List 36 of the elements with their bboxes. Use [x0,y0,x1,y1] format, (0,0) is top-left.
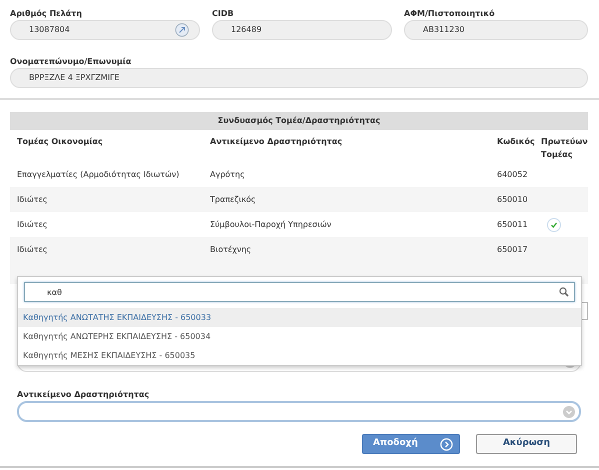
search-field[interactable]: καθ [24,282,575,302]
column-header: Πρωτεύων Τομέας [541,136,588,161]
text-field[interactable]: ΑΒ311230 [404,20,588,40]
table-cell-text: Βιοτέχνης [210,244,252,256]
table-title: Συνδυασμός Τομέα/Δραστηριότητας [10,112,588,130]
table-cell-text: Τραπεζικός [210,194,257,206]
table-cell-text: 640052 [497,168,529,180]
table-cell-text: 650011 [497,218,529,230]
table-cell-text: Ιδιώτες [17,244,48,256]
select-field[interactable] [17,401,581,422]
field-label: Αριθμός Πελάτη [10,8,83,20]
dropdown-option[interactable]: Καθηγητής ΑΝΩΤΕΡΗΣ ΕΚΠΑΙΔΕΥΣΗΣ - 650034 [18,327,581,346]
dropdown-option[interactable]: Καθηγητής ΑΝΩΤΑΤΗΣ ΕΚΠΑΙΔΕΥΣΗΣ - 650033 [18,308,581,327]
text-field[interactable]: ΒΡΡΞΖΛΕ 4 ΞΡΧΓΖΜΙΓΕ [10,68,588,88]
table-cell-text: Επαγγελματίες (Αρμοδιότητας Ιδιωτών) [17,168,180,180]
search-icon[interactable] [559,287,569,297]
arrow-right-icon [440,438,453,450]
column-header: Κωδικός [497,136,536,148]
text-field[interactable]: 13087804 [10,20,200,40]
field-label: Αντικείμενο Δραστηριότητας [17,389,150,401]
table-cell-text: 650017 [497,244,529,256]
field-label: ΑΦΜ/Πιστοποιητικό [404,8,496,20]
cancel-button[interactable]: Ακύρωση [476,434,577,454]
column-header: Αντικείμενο Δραστηριότητας [210,136,344,148]
field-label: CIDB [212,8,235,20]
table-cell-text: Ιδιώτες [17,194,48,206]
table-cell-text: 650010 [497,194,529,206]
table-cell-text: Ιδιώτες [17,218,48,230]
table-cell-text: Σύμβουλοι-Παροχή Υπηρεσιών [210,218,332,230]
text-field[interactable]: 126489 [212,20,392,40]
external-link-icon[interactable] [175,23,189,37]
field-label: Ονοματεπώνυμο/Επωνυμία [10,56,132,68]
dropdown-option[interactable]: Καθηγητής ΜΕΣΗΣ ΕΚΠΑΙΔΕΥΣΗΣ - 650035 [18,346,581,365]
table-cell-text: Αγρότης [210,168,246,180]
column-header: Τομέας Οικονομίας [17,136,104,148]
chevron-down-icon[interactable] [563,406,575,418]
